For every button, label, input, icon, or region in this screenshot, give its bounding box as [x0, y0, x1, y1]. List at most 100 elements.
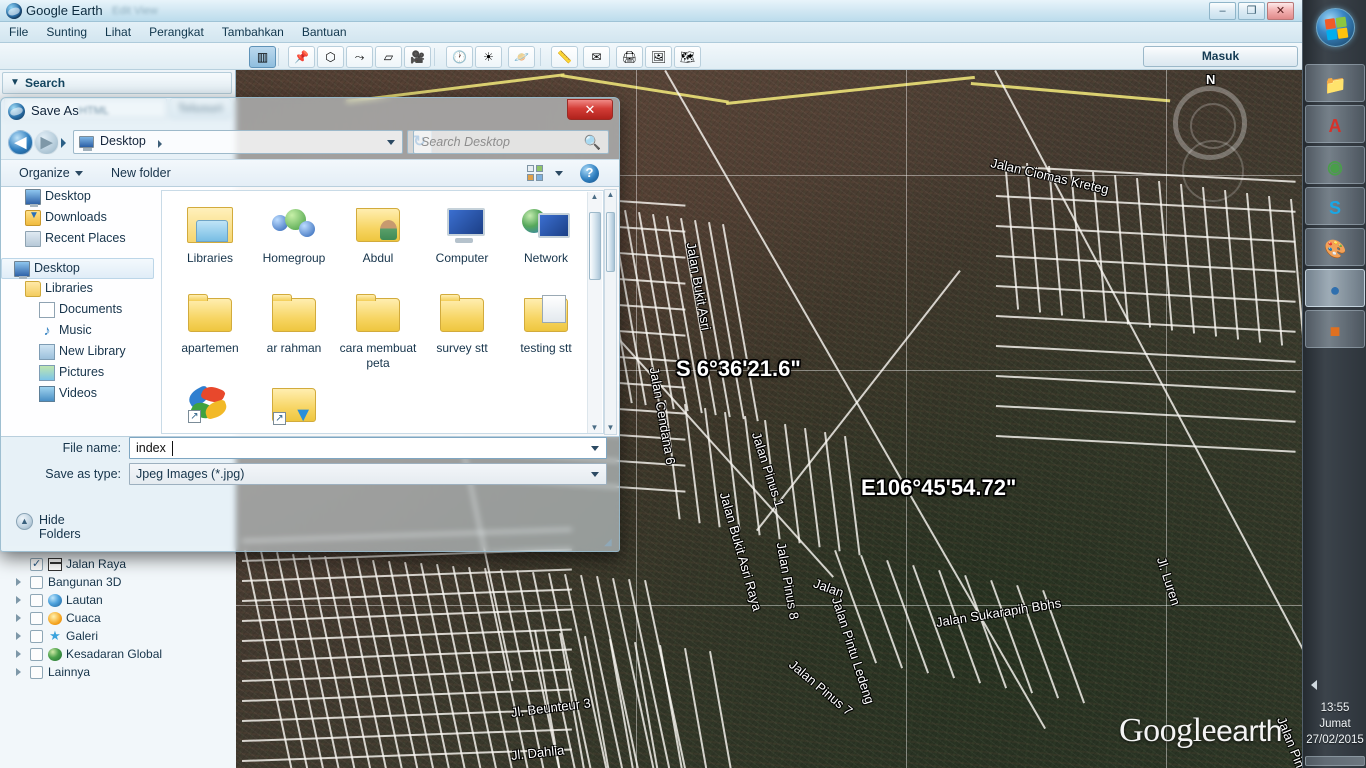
sign-in-button[interactable]: Masuk — [1143, 46, 1298, 67]
expand-arrow-icon[interactable] — [16, 578, 21, 586]
layer-checkbox[interactable] — [30, 594, 43, 607]
taskbar-item-office[interactable]: ■ — [1305, 310, 1365, 348]
expand-arrow-icon[interactable] — [16, 614, 21, 622]
search-section-header[interactable]: ▼ Search — [2, 72, 232, 94]
file-list-scrollbar[interactable]: ▲ ▼ — [587, 192, 602, 433]
expand-arrow-icon[interactable] — [16, 596, 21, 604]
navigation-pane[interactable]: Desktop Downloads Recent Places Desktop Libr… — [1, 187, 154, 436]
nav-pane-item-recent-places[interactable]: Recent Places — [1, 229, 154, 250]
chevron-down-icon[interactable] — [591, 472, 599, 477]
show-desktop-button[interactable] — [1305, 756, 1365, 766]
navigation-pane-scrollbar[interactable]: ▲ ▼ — [604, 189, 617, 435]
dialog-search-box[interactable]: Search Desktop 🔍 — [413, 130, 609, 154]
historical-imagery-button[interactable]: 🕐 — [446, 46, 473, 68]
save-as-type-select[interactable]: Jpeg Images (*.jpg) — [129, 463, 607, 485]
nav-pane-item-libraries[interactable]: Libraries — [1, 279, 154, 300]
view-in-maps-button[interactable]: 🗺 — [674, 46, 701, 68]
scroll-down-icon[interactable]: ▼ — [606, 424, 615, 433]
file-item[interactable]: Computer — [420, 199, 504, 266]
layer-row-jalan-raya[interactable]: Jalan Raya — [0, 556, 236, 574]
file-item[interactable]: Libraries — [168, 199, 252, 266]
menu-item-sunting[interactable]: Sunting — [37, 22, 96, 41]
layer-row-bangunan-3d[interactable]: Bangunan 3D — [0, 574, 236, 592]
show-hidden-icons-button[interactable] — [1311, 680, 1317, 690]
file-item[interactable]: Homegroup — [252, 199, 336, 266]
nav-pane-item-videos[interactable]: Videos — [1, 384, 154, 405]
close-button[interactable]: ✕ — [1267, 2, 1294, 20]
nav-pane-item-music[interactable]: ♪ Music — [1, 321, 154, 342]
new-folder-button[interactable]: New folder — [111, 166, 171, 180]
file-item[interactable]: cara membuat peta — [336, 289, 420, 371]
recent-locations-icon[interactable] — [61, 138, 66, 148]
breadcrumb-chevron-icon[interactable] — [158, 140, 162, 148]
view-mode-icon[interactable] — [527, 165, 544, 182]
layer-checkbox[interactable] — [30, 576, 43, 589]
nav-pane-item-desktop[interactable]: Desktop — [1, 258, 154, 279]
layer-row-kesadaran-global[interactable]: Kesadaran Global — [0, 646, 236, 664]
forward-button[interactable]: ▶ — [34, 130, 59, 155]
clock[interactable]: 13:55 Jumat 27/02/2015 — [1303, 700, 1366, 748]
layer-row-galeri[interactable]: ★ Galeri — [0, 628, 236, 646]
add-placemark-button[interactable]: 📌 — [288, 46, 315, 68]
chevron-down-icon[interactable] — [591, 446, 599, 451]
scroll-down-icon[interactable]: ▼ — [590, 424, 599, 433]
add-image-overlay-button[interactable]: ▱ — [375, 46, 402, 68]
save-as-dialog[interactable]: Save As HTML ✕ ◀ ▶ Desktop ↻ Search Desk… — [0, 97, 620, 552]
scroll-up-icon[interactable]: ▲ — [606, 191, 615, 200]
resize-grip[interactable]: ◢ — [604, 537, 616, 549]
layer-row-lautan[interactable]: Lautan — [0, 592, 236, 610]
layer-checkbox[interactable] — [30, 630, 43, 643]
layer-row-lainnya[interactable]: Lainnya — [0, 664, 236, 682]
start-button[interactable] — [1316, 8, 1355, 47]
taskbar-item-skype[interactable]: S — [1305, 187, 1365, 225]
menu-item-perangkat[interactable]: Perangkat — [140, 22, 213, 41]
layer-row-cuaca[interactable]: Cuaca — [0, 610, 236, 628]
layer-checkbox[interactable] — [30, 557, 43, 571]
nav-pane-item-pictures[interactable]: Pictures — [1, 363, 154, 384]
back-button[interactable]: ◀ — [8, 130, 33, 155]
file-name-input[interactable]: index — [129, 437, 607, 459]
file-item[interactable]: testing stt — [504, 289, 588, 356]
file-item[interactable]: ↗ — [168, 379, 252, 431]
view-mode-dropdown-icon[interactable] — [555, 171, 563, 176]
scrollbar-thumb[interactable] — [606, 212, 615, 272]
scrollbar-thumb[interactable] — [589, 212, 601, 280]
email-button[interactable]: ✉ — [583, 46, 610, 68]
taskbar-item-windows-explorer[interactable]: 📁 — [1305, 64, 1365, 102]
layer-checkbox[interactable] — [30, 612, 43, 625]
menu-item-lihat[interactable]: Lihat — [96, 22, 140, 41]
help-button[interactable]: ? — [580, 164, 599, 183]
sunlight-button[interactable]: ☀ — [475, 46, 502, 68]
maximize-button[interactable]: ❐ — [1238, 2, 1265, 20]
ruler-button[interactable]: 📏 — [551, 46, 578, 68]
layer-checkbox[interactable] — [30, 666, 43, 679]
file-list-pane[interactable]: Libraries Homegroup Abdul Computer Network ap… — [161, 190, 604, 434]
nav-pane-item-desktop[interactable]: Desktop — [1, 187, 154, 208]
add-polygon-button[interactable]: ⬡ — [317, 46, 344, 68]
file-item[interactable]: ↗ — [252, 379, 336, 431]
expand-arrow-icon[interactable] — [16, 650, 21, 658]
minimize-button[interactable]: – — [1209, 2, 1236, 20]
taskbar-item-pdf-reader[interactable]: A — [1305, 105, 1365, 143]
file-item[interactable]: Abdul — [336, 199, 420, 266]
expand-arrow-icon[interactable] — [16, 632, 21, 640]
dialog-close-button[interactable]: ✕ — [567, 99, 613, 120]
scroll-up-icon[interactable]: ▲ — [590, 193, 599, 202]
print-button[interactable]: 🖨 — [616, 46, 643, 68]
taskbar-item-google-chrome[interactable]: ◉ — [1305, 146, 1365, 184]
taskbar-item-paint[interactable]: 🎨 — [1305, 228, 1365, 266]
toggle-sidebar-button[interactable]: ▥ — [249, 46, 276, 68]
address-dropdown-icon[interactable] — [387, 140, 395, 145]
file-item[interactable]: ar rahman — [252, 289, 336, 356]
file-item[interactable]: survey stt — [420, 289, 504, 356]
file-item[interactable]: Network — [504, 199, 588, 266]
navigation-compass[interactable]: N — [1168, 70, 1258, 202]
menu-item-bantuan[interactable]: Bantuan — [293, 22, 356, 41]
nav-pane-item-new-library[interactable]: New Library — [1, 342, 154, 363]
layer-checkbox[interactable] — [30, 648, 43, 661]
address-bar[interactable]: Desktop — [73, 130, 403, 154]
add-path-button[interactable]: ⤳ — [346, 46, 373, 68]
file-item[interactable]: apartemen — [168, 289, 252, 356]
save-image-button[interactable]: 🖼 — [645, 46, 672, 68]
planets-button[interactable]: 🪐 — [508, 46, 535, 68]
